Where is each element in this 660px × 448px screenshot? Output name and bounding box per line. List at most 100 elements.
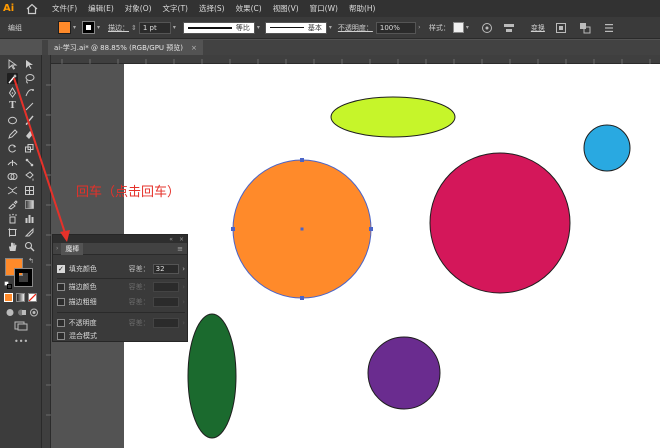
fill-tolerance-input[interactable]: 32 <box>152 264 180 274</box>
opacity-label[interactable]: 不透明度： <box>338 23 373 33</box>
eyedropper-tool-icon[interactable] <box>7 199 18 210</box>
stroke-color-checkbox[interactable] <box>57 283 65 291</box>
opacity-tolerance-input <box>152 318 180 328</box>
transform-link[interactable]: 变换 <box>531 23 545 33</box>
panel-menu-icon[interactable] <box>603 22 615 34</box>
swap-fill-stroke-icon[interactable]: ↰ <box>28 257 36 265</box>
stroke-label[interactable]: 描边： <box>108 23 129 33</box>
lime-ellipse[interactable] <box>330 96 456 138</box>
line-segment-tool-icon[interactable] <box>24 101 35 112</box>
magic-wand-panel: « × › 魔棒 ≡ ✓ 填充颜色 容差： 32 › 描边颜色 容差： › 描边… <box>52 234 188 342</box>
menu-file[interactable]: 文件(F) <box>52 3 77 14</box>
stroke-weight-checkbox[interactable] <box>57 298 65 306</box>
menu-help[interactable]: 帮助(H) <box>349 3 376 14</box>
document-tab[interactable]: ai-学习.ai* @ 88.85% (RGB/GPU 预览) × <box>48 40 203 55</box>
stroke-weight-dropdown-icon[interactable]: ▾ <box>171 21 178 34</box>
stroke-color-swatch[interactable] <box>14 268 33 287</box>
draw-inside-icon[interactable] <box>29 308 39 317</box>
curvature-tool-icon[interactable] <box>24 87 35 98</box>
stroke-weight-field[interactable]: 1 pt <box>138 21 171 34</box>
stroke-color-tolerance-arrow-icon: › <box>182 283 185 291</box>
variable-width-profile[interactable]: 等比 <box>182 21 255 34</box>
recolor-icon[interactable] <box>481 22 493 34</box>
arrange-icon[interactable] <box>579 22 591 34</box>
width-tool-icon[interactable] <box>7 157 18 168</box>
align-icon[interactable] <box>503 22 515 34</box>
magic-wand-tool-icon[interactable] <box>7 73 18 84</box>
zoom-tool-icon[interactable] <box>24 241 35 252</box>
panel-options-menu-icon[interactable]: ≡ <box>177 245 183 253</box>
panel-divider <box>57 312 185 313</box>
draw-normal-icon[interactable] <box>5 308 15 317</box>
blending-mode-checkbox[interactable] <box>57 332 65 340</box>
paintbrush-tool-icon[interactable] <box>24 115 35 126</box>
fill-tolerance-arrow-icon[interactable]: › <box>182 265 185 273</box>
none-mode-icon[interactable] <box>28 293 37 302</box>
screen-mode-icon[interactable] <box>14 321 28 331</box>
perspective-grid-tool-icon[interactable] <box>7 185 18 196</box>
stroke-swatch[interactable] <box>82 21 95 34</box>
artboard-tool-icon[interactable] <box>7 227 18 238</box>
rotate-tool-icon[interactable] <box>7 143 18 154</box>
blue-circle[interactable] <box>583 124 631 172</box>
slice-tool-icon[interactable] <box>24 227 35 238</box>
fill-dropdown-icon[interactable]: ▾ <box>71 21 78 34</box>
column-graph-tool-icon[interactable] <box>24 213 35 224</box>
fill-swatch[interactable] <box>58 21 71 34</box>
menu-edit[interactable]: 编辑(E) <box>88 3 114 14</box>
panel-tab-magic-wand[interactable]: 魔棒 <box>61 242 84 255</box>
panel-expand-icon[interactable]: › <box>56 245 58 252</box>
ellipse-tool-icon[interactable] <box>7 115 18 126</box>
hand-tool-icon[interactable] <box>7 241 18 252</box>
type-tool-icon[interactable]: T <box>7 101 18 112</box>
edit-toolbar-icon[interactable]: ••• <box>14 338 28 346</box>
gradient-mode-icon[interactable] <box>16 293 25 302</box>
profile-dropdown-icon[interactable]: ▾ <box>255 21 262 34</box>
draw-behind-icon[interactable] <box>17 308 27 317</box>
symbol-sprayer-tool-icon[interactable] <box>7 213 18 224</box>
stroke-color-tolerance-label: 容差： <box>128 283 150 291</box>
horizontal-ruler[interactable] <box>42 55 660 64</box>
menu-type[interactable]: 文字(T) <box>163 3 188 14</box>
menu-object[interactable]: 对象(O) <box>125 3 152 14</box>
vertical-ruler[interactable] <box>42 55 51 448</box>
menu-window[interactable]: 窗口(W) <box>310 3 338 14</box>
close-tab-icon[interactable]: × <box>191 44 197 52</box>
default-fill-stroke-icon[interactable] <box>4 281 12 289</box>
scale-tool-icon[interactable] <box>24 143 35 154</box>
color-mode-icon[interactable] <box>4 293 13 302</box>
puppet-warp-tool-icon[interactable] <box>24 157 35 168</box>
menu-select[interactable]: 选择(S) <box>199 3 225 14</box>
stroke-color-tolerance-input <box>152 282 180 292</box>
pencil-tool-icon[interactable] <box>7 129 18 140</box>
annotation-text: 回车（点击回车） <box>76 185 181 200</box>
fill-color-checkbox[interactable]: ✓ <box>57 265 65 273</box>
home-icon[interactable] <box>26 3 38 15</box>
brush-dropdown-icon[interactable]: ▾ <box>327 21 334 34</box>
crimson-circle[interactable] <box>429 152 571 294</box>
purple-circle[interactable] <box>367 336 441 410</box>
menu-effect[interactable]: 效果(C) <box>236 3 262 14</box>
selection-tool-icon[interactable] <box>7 59 18 70</box>
stroke-stepper-icon[interactable]: ⇕ <box>131 24 137 32</box>
opacity-dropdown-icon[interactable]: › <box>416 21 423 34</box>
stroke-dropdown-icon[interactable]: ▾ <box>95 21 102 34</box>
style-dropdown-icon[interactable]: ▾ <box>464 21 471 34</box>
menu-view[interactable]: 视图(V) <box>273 3 299 14</box>
mesh-tool-icon[interactable] <box>24 185 35 196</box>
brush-definition[interactable]: 基本 <box>264 21 327 34</box>
direct-selection-tool-icon[interactable] <box>24 59 35 70</box>
close-panel-icon[interactable]: × <box>179 236 184 243</box>
eraser-tool-icon[interactable] <box>24 129 35 140</box>
green-ellipse[interactable] <box>187 313 237 439</box>
graphic-style-swatch[interactable] <box>452 22 464 33</box>
live-paint-tool-icon[interactable] <box>24 171 35 182</box>
shape-builder-tool-icon[interactable] <box>7 171 18 182</box>
lasso-tool-icon[interactable] <box>24 73 35 84</box>
pen-tool-icon[interactable] <box>7 87 18 98</box>
isolate-icon[interactable] <box>555 22 567 34</box>
opacity-checkbox[interactable] <box>57 319 65 327</box>
gradient-tool-icon[interactable] <box>24 199 35 210</box>
collapse-panel-icon[interactable]: « <box>169 236 173 243</box>
opacity-field[interactable]: 100% <box>375 21 416 34</box>
